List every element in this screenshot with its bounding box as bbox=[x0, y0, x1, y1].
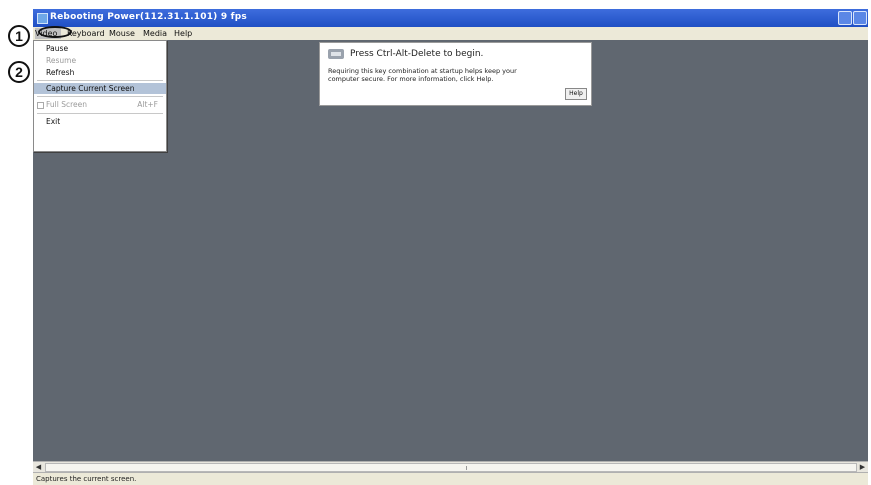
restore-icon[interactable] bbox=[838, 11, 852, 25]
menu-item-label: Resume bbox=[46, 56, 77, 65]
scroll-left-arrow-icon[interactable]: ◀ bbox=[34, 463, 43, 471]
menu-item-resume: Resume bbox=[34, 55, 166, 66]
video-menu-callout-oval bbox=[38, 26, 72, 38]
menu-keyboard[interactable]: Keyboard bbox=[67, 28, 105, 39]
remote-console-window: Rebooting Power(112.31.1.101) 9 fps Vide… bbox=[33, 9, 868, 485]
callout-1: 1 bbox=[8, 25, 30, 47]
menu-item-refresh[interactable]: Refresh bbox=[34, 67, 166, 78]
menu-mouse[interactable]: Mouse bbox=[109, 28, 135, 39]
title-bar: Rebooting Power(112.31.1.101) 9 fps bbox=[33, 9, 868, 27]
keyboard-icon bbox=[328, 49, 344, 59]
status-bar: Captures the current screen. bbox=[33, 472, 868, 485]
menu-help[interactable]: Help bbox=[174, 28, 192, 39]
scrollbar-grip bbox=[466, 466, 467, 470]
status-text: Captures the current screen. bbox=[36, 475, 137, 483]
video-menu-dropdown: Pause Resume Refresh Capture Current Scr… bbox=[33, 40, 167, 152]
close-icon[interactable] bbox=[853, 11, 867, 25]
menu-item-shortcut: Alt+F bbox=[137, 100, 158, 109]
menu-separator bbox=[37, 96, 163, 97]
menu-item-full-screen: Full Screen Alt+F bbox=[34, 99, 166, 110]
horizontal-scrollbar[interactable]: ◀ ▶ bbox=[33, 461, 868, 472]
menu-item-label: Capture Current Screen bbox=[46, 84, 135, 93]
scroll-right-arrow-icon[interactable]: ▶ bbox=[858, 463, 867, 471]
help-button[interactable]: Help bbox=[565, 88, 587, 100]
checkbox-icon bbox=[37, 102, 44, 109]
menu-media[interactable]: Media bbox=[143, 28, 167, 39]
callout-2: 2 bbox=[8, 61, 30, 83]
menu-item-label: Pause bbox=[46, 44, 69, 53]
scrollbar-thumb[interactable] bbox=[45, 463, 857, 472]
notice-headline: Press Ctrl-Alt-Delete to begin. bbox=[350, 49, 484, 59]
notice-body: Requiring this key combination at startu… bbox=[328, 67, 517, 83]
app-icon bbox=[37, 13, 48, 24]
ctrl-alt-delete-notice: Press Ctrl-Alt-Delete to begin. Requirin… bbox=[319, 42, 592, 106]
menu-item-pause[interactable]: Pause bbox=[34, 43, 166, 54]
menu-item-label: Exit bbox=[46, 117, 61, 126]
menu-item-capture-current-screen[interactable]: Capture Current Screen bbox=[34, 83, 166, 94]
window-title: Rebooting Power(112.31.1.101) 9 fps bbox=[50, 12, 247, 22]
menu-item-exit[interactable]: Exit bbox=[34, 116, 166, 127]
menu-bar: Video Keyboard Mouse Media Help bbox=[33, 27, 868, 40]
menu-separator bbox=[37, 113, 163, 114]
menu-item-label: Full Screen bbox=[46, 100, 87, 109]
menu-item-label: Refresh bbox=[46, 68, 75, 77]
menu-separator bbox=[37, 80, 163, 81]
